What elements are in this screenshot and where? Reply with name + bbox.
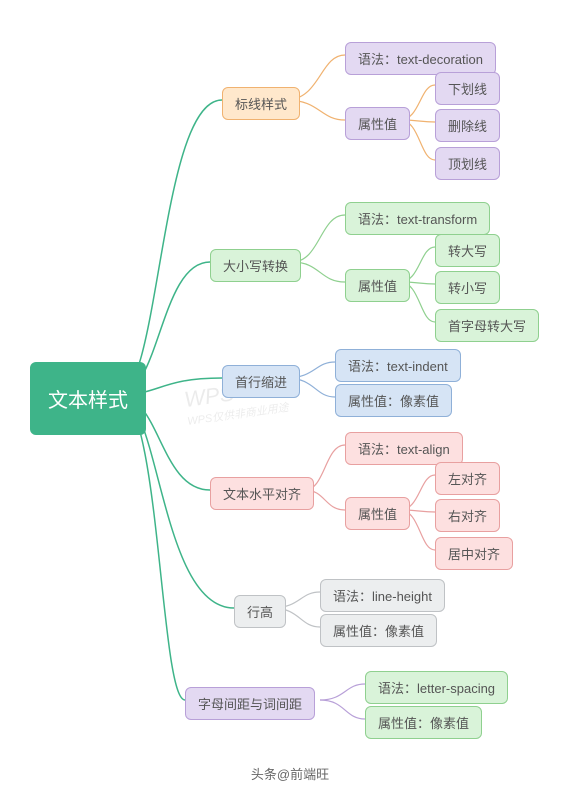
leaf-node: 语法：text-indent xyxy=(335,349,461,382)
leaf-node: 语法：line-height xyxy=(320,579,445,612)
leaf-node: 首字母转大写 xyxy=(435,309,539,342)
leaf-node: 属性值：像素值 xyxy=(365,706,482,739)
branch-node: 文本水平对齐 xyxy=(210,477,314,510)
leaf-node: 转小写 xyxy=(435,271,500,304)
branch-node: 首行缩进 xyxy=(222,365,300,398)
leaf-node: 属性值 xyxy=(345,107,410,140)
leaf-node: 属性值：像素值 xyxy=(335,384,452,417)
leaf-node: 属性值 xyxy=(345,497,410,530)
leaf-node: 左对齐 xyxy=(435,462,500,495)
branch-node: 行高 xyxy=(234,595,286,628)
leaf-node: 属性值：像素值 xyxy=(320,614,437,647)
leaf-node: 语法：text-align xyxy=(345,432,463,465)
leaf-node: 顶划线 xyxy=(435,147,500,180)
leaf-node: 居中对齐 xyxy=(435,537,513,570)
leaf-node: 右对齐 xyxy=(435,499,500,532)
leaf-node: 删除线 xyxy=(435,109,500,142)
leaf-node: 下划线 xyxy=(435,72,500,105)
root-node: 文本样式 xyxy=(30,362,146,435)
leaf-node: 属性值 xyxy=(345,269,410,302)
watermark-sub: WPS仅供非商业用途 xyxy=(186,399,289,429)
footer-credit: 头条@前端旺 xyxy=(0,764,580,783)
leaf-node: 转大写 xyxy=(435,234,500,267)
leaf-node: 语法：text-transform xyxy=(345,202,490,235)
leaf-node: 语法：letter-spacing xyxy=(365,671,508,704)
branch-node: 大小写转换 xyxy=(210,249,301,282)
branch-node: 标线样式 xyxy=(222,87,300,120)
leaf-node: 语法：text-decoration xyxy=(345,42,496,75)
branch-node: 字母间距与词间距 xyxy=(185,687,315,720)
